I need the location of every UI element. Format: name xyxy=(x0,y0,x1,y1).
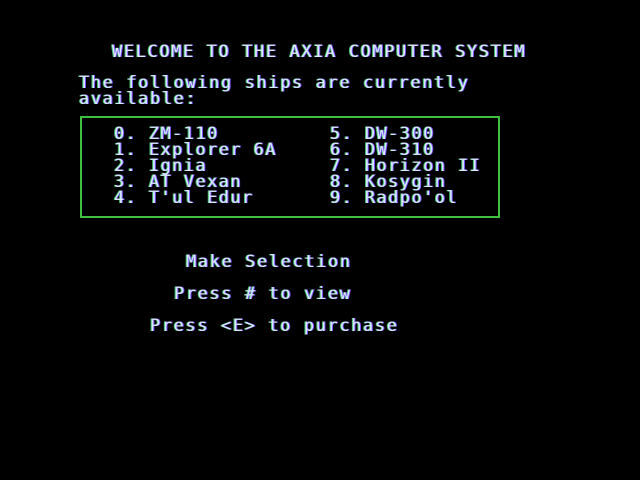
screen-title: WELCOME TO THE AXIA COMPUTER SYSTEM xyxy=(112,42,527,62)
view-ship-instruction[interactable]: Press # to view xyxy=(174,284,352,304)
purchase-ship-instruction[interactable]: Press <E> to purchase xyxy=(150,316,399,336)
ship-option-9[interactable]: 9. Radpo'ol xyxy=(330,190,481,207)
make-selection-prompt: Make Selection xyxy=(186,252,352,272)
intro-line-2: available: xyxy=(79,89,198,109)
intro-text: The following ships are currently availa… xyxy=(79,75,499,109)
ship-list-box: 0. ZM-110 1. Explorer 6A 2. Ignia 3. AT … xyxy=(80,116,500,218)
ship-list-right-column: 5. DW-300 6. DW-310 7. Horizon II 8. Kos… xyxy=(330,126,481,207)
ship-option-4[interactable]: 4. T'ul Edur xyxy=(114,190,277,207)
terminal-screen: WELCOME TO THE AXIA COMPUTER SYSTEM The … xyxy=(0,0,640,480)
ship-list-left-column: 0. ZM-110 1. Explorer 6A 2. Ignia 3. AT … xyxy=(114,126,277,207)
